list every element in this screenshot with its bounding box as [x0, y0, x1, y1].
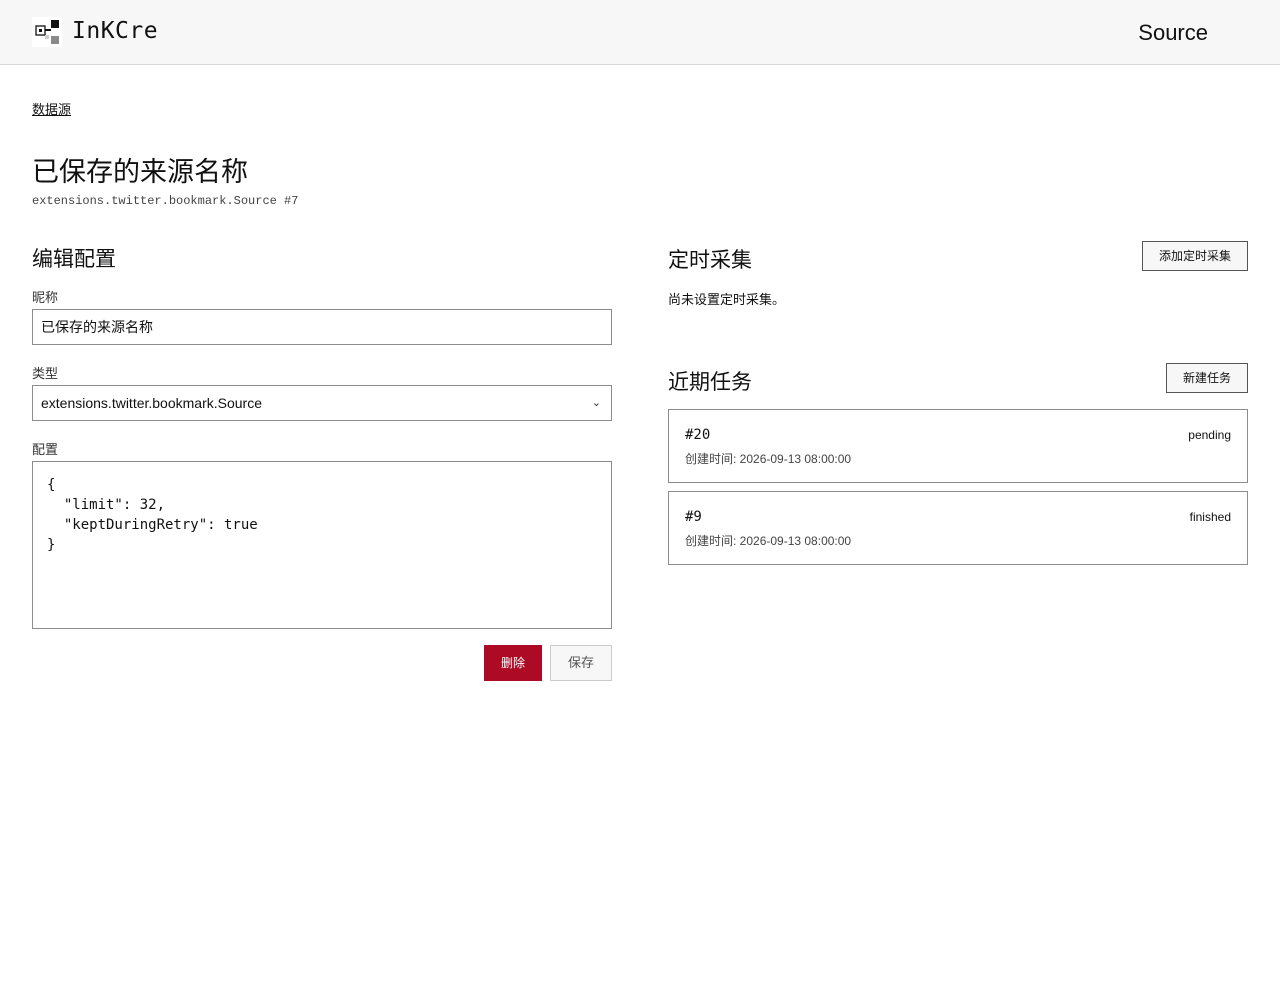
task-status: pending: [1188, 428, 1231, 442]
nickname-label: 昵称: [32, 290, 59, 305]
edit-config-title: 编辑配置: [32, 248, 116, 271]
type-label: 类型: [32, 366, 59, 381]
nav-link-source[interactable]: Source: [1138, 20, 1208, 46]
type-select-value: extensions.twitter.bookmark.Source: [41, 395, 262, 411]
task-created-time: 创建时间: 2026-09-13 08:00:00: [685, 534, 852, 548]
save-button[interactable]: 保存: [550, 645, 612, 681]
delete-button[interactable]: 删除: [484, 645, 542, 681]
type-select[interactable]: extensions.twitter.bookmark.Source ⌄: [32, 385, 612, 421]
nickname-input[interactable]: [32, 309, 612, 345]
inkcre-logo-icon: [32, 17, 62, 47]
task-card[interactable]: #9 finished 创建时间: 2026-09-13 08:00:00: [668, 491, 1248, 565]
breadcrumb-data-sources[interactable]: 数据源: [32, 99, 71, 118]
chevron-down-icon: ⌄: [591, 397, 601, 409]
task-id: #9: [685, 509, 702, 525]
page-subtitle: extensions.twitter.bookmark.Source #7: [32, 194, 299, 208]
task-created-time: 创建时间: 2026-09-13 08:00:00: [685, 452, 852, 466]
recent-tasks-title: 近期任务: [668, 371, 752, 394]
task-status: finished: [1189, 510, 1231, 524]
config-label: 配置: [32, 442, 59, 457]
top-bar: InKCre Source: [0, 0, 1280, 65]
page-title: 已保存的来源名称: [32, 157, 248, 187]
schedule-empty-message: 尚未设置定时采集。: [668, 292, 786, 307]
task-id: #20: [685, 427, 711, 443]
add-schedule-button[interactable]: 添加定时采集: [1142, 241, 1248, 271]
config-json-editor[interactable]: { "limit": 32, "keptDuringRetry": true }: [32, 461, 612, 629]
new-task-button[interactable]: 新建任务: [1166, 363, 1248, 393]
task-card[interactable]: #20 pending 创建时间: 2026-09-13 08:00:00: [668, 409, 1248, 483]
schedule-title: 定时采集: [668, 249, 752, 272]
brand-name[interactable]: InKCre: [72, 18, 158, 44]
